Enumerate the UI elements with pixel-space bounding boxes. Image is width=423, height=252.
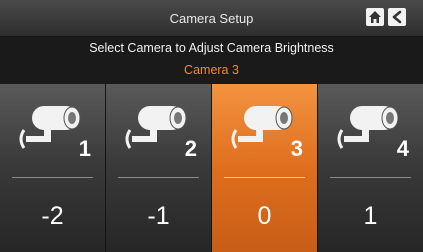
title-bar: Camera Setup [0, 0, 423, 37]
camera-1-tile[interactable]: 1 -2 [0, 84, 106, 252]
camera-3-tile[interactable]: 3 0 [212, 84, 318, 252]
brightness-value: 1 [363, 202, 378, 230]
camera-icon [19, 106, 81, 149]
camera-number: 4 [396, 136, 409, 161]
camera-number: 3 [290, 136, 303, 161]
brightness-value: -2 [41, 202, 64, 230]
page-title: Camera Setup [169, 11, 254, 26]
divider [12, 177, 93, 178]
home-button[interactable] [366, 8, 384, 26]
brightness-value: -1 [147, 202, 170, 230]
divider [118, 177, 199, 178]
divider [330, 177, 411, 178]
selected-camera-label: Camera 3 [184, 63, 239, 77]
camera-icon [337, 106, 399, 149]
camera-2-tile[interactable]: 2 -1 [106, 84, 212, 252]
back-arrow-icon [392, 10, 402, 24]
home-icon [369, 11, 381, 23]
camera-4-tile[interactable]: 4 1 [318, 84, 423, 252]
camera-icon [125, 106, 187, 149]
camera-icon [231, 106, 293, 149]
camera-setup-screen: Camera Setup Select Camera to Adjust Cam… [0, 0, 423, 252]
instruction-text: Select Camera to Adjust Camera Brightnes… [89, 41, 334, 55]
camera-grid: 1 -2 2 -1 3 0 4 1 [0, 84, 423, 252]
back-button[interactable] [388, 8, 406, 26]
divider [224, 177, 305, 178]
camera-number: 1 [78, 136, 91, 161]
brightness-value: 0 [257, 202, 272, 230]
camera-number: 2 [184, 136, 197, 161]
